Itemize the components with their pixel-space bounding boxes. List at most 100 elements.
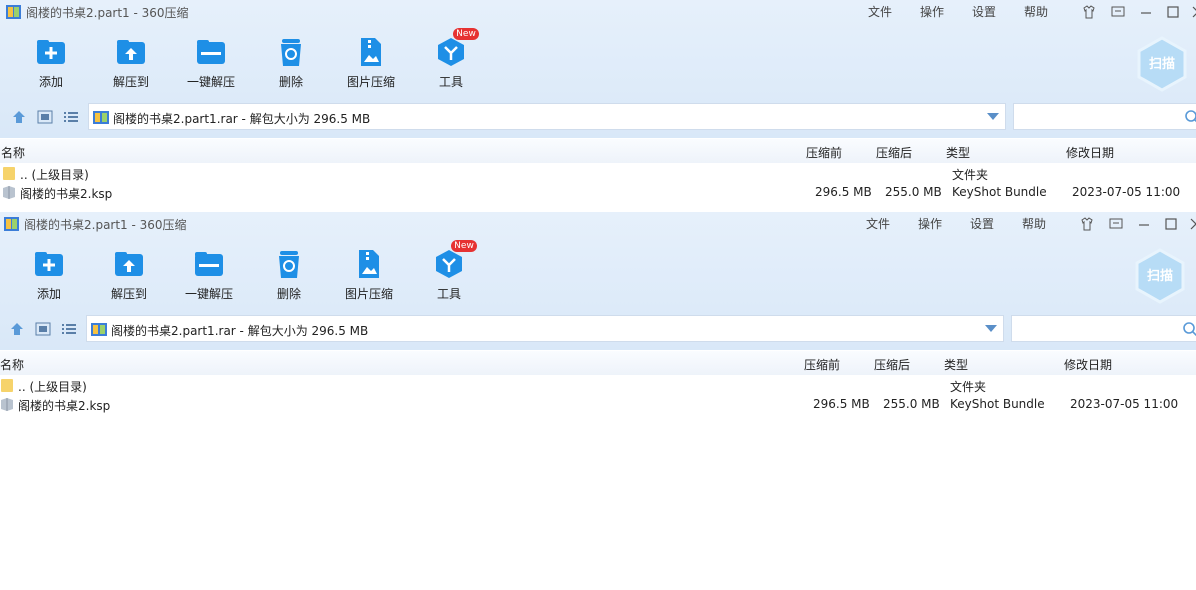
tools-label: 工具: [438, 75, 463, 89]
maximize-icon[interactable]: [1163, 216, 1179, 232]
col-compressed-before[interactable]: 压缩前: [806, 144, 842, 161]
path-text: 阁楼的书桌2.part1.rar - 解包大小为 296.5 MB: [111, 324, 369, 338]
extract-to-button[interactable]: 解压到: [92, 248, 166, 304]
archive-icon: [93, 111, 109, 124]
menu-settings[interactable]: 设置: [972, 3, 996, 20]
list-icon[interactable]: [63, 110, 79, 124]
window-header: 阁楼的书桌2.part1 - 360压缩 文件 操作 设置 帮助 添加 解压到 …: [0, 0, 1196, 138]
up-icon[interactable]: [11, 110, 27, 124]
row-modified: 2023-07-05 11:00: [1072, 185, 1181, 199]
column-header: 名称 压缩前 压缩后 类型 修改日期: [0, 351, 1196, 375]
table-row[interactable]: 阁楼的书桌2.ksp 296.5 MB 255.0 MB KeyShot Bun…: [0, 395, 1196, 414]
row-type: 文件夹: [950, 380, 987, 394]
add-icon: [35, 252, 63, 276]
scan-button[interactable]: 扫描: [1134, 248, 1186, 304]
one-key-extract-icon: [195, 252, 223, 276]
row-type: KeyShot Bundle: [950, 397, 1045, 411]
delete-label: 删除: [276, 287, 301, 301]
search-icon[interactable]: [1182, 321, 1196, 337]
tools-icon: [436, 250, 462, 278]
window-header: 阁楼的书桌2.part1 - 360压缩 文件 操作 设置 帮助 添加 解压到 …: [0, 212, 1196, 350]
row-name: 阁楼的书桌2.ksp: [20, 187, 113, 201]
file-icon: [1, 398, 13, 411]
col-type[interactable]: 类型: [944, 356, 968, 373]
skin-icon[interactable]: [1081, 4, 1097, 20]
menu-file[interactable]: 文件: [866, 215, 890, 232]
col-name[interactable]: 名称: [1, 144, 25, 161]
table-row[interactable]: .. (上级目录) 文件夹: [0, 376, 1196, 395]
extract-to-button[interactable]: 解压到: [94, 36, 168, 92]
search-input[interactable]: [1011, 315, 1196, 342]
close-icon[interactable]: [1188, 216, 1196, 232]
view-icon[interactable]: [35, 322, 51, 336]
scan-label: 扫描: [1146, 269, 1173, 284]
add-button[interactable]: 添加: [14, 36, 88, 92]
delete-label: 删除: [278, 75, 303, 89]
add-label: 添加: [38, 75, 63, 89]
delete-icon: [281, 39, 301, 66]
menu-help[interactable]: 帮助: [1022, 215, 1046, 232]
skin-icon[interactable]: [1079, 216, 1095, 232]
image-compress-button[interactable]: 图片压缩: [334, 36, 408, 92]
search-icon[interactable]: [1184, 109, 1196, 125]
row-name: .. (上级目录): [18, 380, 87, 394]
app-icon: [6, 5, 21, 19]
delete-button[interactable]: 删除: [252, 248, 326, 304]
path-dropdown-icon[interactable]: [987, 113, 999, 120]
col-type[interactable]: 类型: [946, 144, 970, 161]
menu-operate[interactable]: 操作: [918, 215, 942, 232]
col-compressed-after[interactable]: 压缩后: [874, 356, 910, 373]
menu-file[interactable]: 文件: [868, 3, 892, 20]
col-modified[interactable]: 修改日期: [1064, 356, 1112, 373]
tools-button[interactable]: 工具: [412, 248, 486, 304]
one-key-extract-label: 一键解压: [184, 287, 233, 301]
feedback-icon[interactable]: [1110, 4, 1126, 20]
menu-operate[interactable]: 操作: [920, 3, 944, 20]
extract-to-label: 解压到: [112, 75, 149, 89]
tools-button[interactable]: 工具: [414, 36, 488, 92]
archive-window-2: 阁楼的书桌2.part1 - 360压缩 文件 操作 设置 帮助 添加 解压到 …: [0, 212, 1196, 590]
col-compressed-before[interactable]: 压缩前: [804, 356, 840, 373]
archive-window-1: 阁楼的书桌2.part1 - 360压缩 文件 操作 设置 帮助 添加 解压到 …: [0, 0, 1196, 212]
app-icon: [4, 217, 19, 231]
extract-to-icon: [117, 40, 145, 64]
column-header: 名称 压缩前 压缩后 类型 修改日期: [0, 139, 1196, 163]
add-label: 添加: [36, 287, 61, 301]
row-name: .. (上级目录): [20, 168, 89, 182]
col-compressed-after[interactable]: 压缩后: [876, 144, 912, 161]
up-icon[interactable]: [9, 322, 25, 336]
menu-help[interactable]: 帮助: [1024, 3, 1048, 20]
path-dropdown-icon[interactable]: [985, 325, 997, 332]
row-before: 296.5 MB: [815, 185, 872, 199]
col-name[interactable]: 名称: [0, 356, 24, 373]
feedback-icon[interactable]: [1108, 216, 1124, 232]
scan-button[interactable]: 扫描: [1136, 36, 1188, 92]
maximize-icon[interactable]: [1165, 4, 1181, 20]
row-name: 阁楼的书桌2.ksp: [18, 399, 111, 413]
row-before: 296.5 MB: [813, 397, 870, 411]
col-modified[interactable]: 修改日期: [1066, 144, 1114, 161]
search-input[interactable]: [1013, 103, 1196, 130]
list-icon[interactable]: [61, 322, 77, 336]
view-icon[interactable]: [37, 110, 53, 124]
image-compress-button[interactable]: 图片压缩: [332, 248, 406, 304]
nav-bar: 阁楼的书桌2.part1.rar - 解包大小为 296.5 MB: [0, 314, 1196, 344]
menu-settings[interactable]: 设置: [970, 215, 994, 232]
table-row[interactable]: 阁楼的书桌2.ksp 296.5 MB 255.0 MB KeyShot Bun…: [0, 183, 1196, 202]
add-button[interactable]: 添加: [12, 248, 86, 304]
close-icon[interactable]: [1190, 4, 1196, 20]
path-box[interactable]: 阁楼的书桌2.part1.rar - 解包大小为 296.5 MB: [88, 103, 1006, 130]
table-row[interactable]: .. (上级目录) 文件夹: [0, 164, 1196, 183]
minimize-icon[interactable]: [1138, 4, 1154, 20]
file-icon: [3, 186, 15, 199]
image-compress-label: 图片压缩: [346, 75, 395, 89]
add-icon: [37, 40, 65, 64]
one-key-extract-button[interactable]: 一键解压: [174, 36, 248, 92]
minimize-icon[interactable]: [1136, 216, 1152, 232]
delete-button[interactable]: 删除: [254, 36, 328, 92]
tools-icon: [438, 38, 464, 66]
folder-icon: [3, 167, 15, 180]
path-box[interactable]: 阁楼的书桌2.part1.rar - 解包大小为 296.5 MB: [86, 315, 1004, 342]
one-key-extract-button[interactable]: 一键解压: [172, 248, 246, 304]
one-key-extract-icon: [197, 40, 225, 64]
